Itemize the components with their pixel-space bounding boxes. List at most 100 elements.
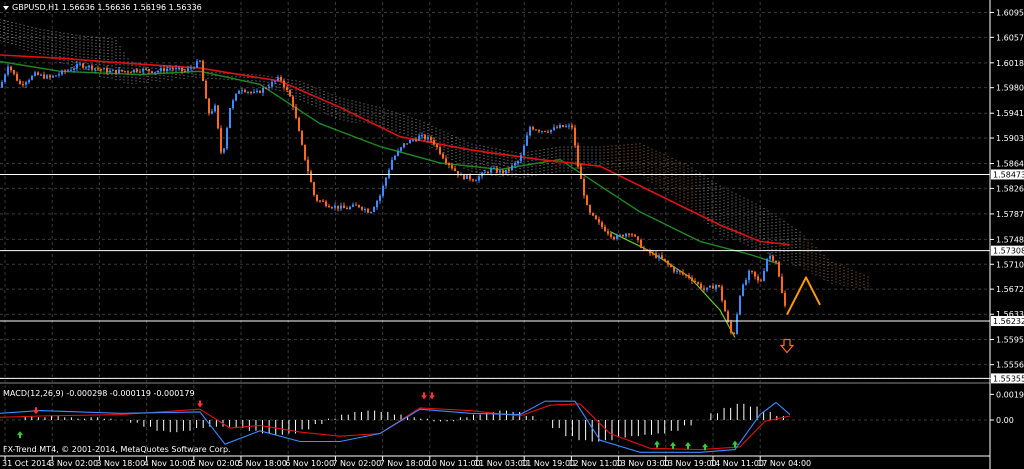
bull-candle xyxy=(568,125,570,127)
bear-candle xyxy=(760,280,762,282)
bull-candle xyxy=(229,108,231,129)
bear-candle xyxy=(592,212,594,216)
bear-candle xyxy=(424,135,426,140)
bear-candle xyxy=(172,68,174,70)
bear-candle xyxy=(292,96,294,107)
bull-candle xyxy=(154,72,156,74)
bear-candle xyxy=(106,68,108,73)
bear-candle xyxy=(406,143,408,145)
bear-candle xyxy=(13,70,15,74)
bull-candle xyxy=(76,63,78,69)
bull-candle xyxy=(157,70,159,73)
bull-candle xyxy=(4,74,6,83)
bear-candle xyxy=(694,280,696,283)
bear-candle xyxy=(712,285,714,289)
bull-candle xyxy=(706,287,708,290)
bull-candle xyxy=(511,165,513,171)
price-tick-label: 1.57870 xyxy=(996,210,1024,219)
bull-candle xyxy=(676,270,678,272)
bear-candle xyxy=(361,207,363,210)
bear-candle xyxy=(286,87,288,91)
bear-candle xyxy=(634,234,636,237)
bear-candle xyxy=(583,178,585,196)
bull-candle xyxy=(142,68,144,72)
bear-candle xyxy=(136,69,138,72)
bear-candle xyxy=(577,145,579,167)
bear-candle xyxy=(289,90,291,97)
bull-candle xyxy=(553,127,555,130)
bull-candle xyxy=(235,93,237,101)
price-tick-label: 1.55950 xyxy=(996,335,1024,344)
bear-candle xyxy=(622,234,624,237)
bear-candle xyxy=(127,71,129,73)
bull-candle xyxy=(658,255,660,258)
bull-candle xyxy=(256,90,258,93)
bull-candle xyxy=(226,128,228,149)
bear-candle xyxy=(328,205,330,208)
bear-candle xyxy=(535,129,537,131)
bull-candle xyxy=(169,68,171,70)
bull-candle xyxy=(79,63,81,65)
bull-candle xyxy=(232,100,234,109)
bear-candle xyxy=(124,71,126,73)
bull-candle xyxy=(70,69,72,71)
bear-candle xyxy=(97,68,99,70)
bull-candle xyxy=(73,68,75,70)
bear-candle xyxy=(64,70,66,72)
bear-candle xyxy=(331,207,333,209)
bull-candle xyxy=(268,86,270,89)
bear-candle xyxy=(304,144,306,160)
macd-tick-label: 0.001904 xyxy=(996,390,1024,399)
bear-candle xyxy=(208,98,210,114)
chart-canvas[interactable]: 1.60950 1.60570 1.60180 1.59800 1.59410 1.590… xyxy=(0,0,1024,469)
bull-candle xyxy=(277,77,279,81)
bear-candle xyxy=(778,262,780,277)
bull-candle xyxy=(763,271,765,281)
bull-candle xyxy=(211,111,213,114)
level-price-label: 1.55355 xyxy=(993,374,1024,383)
time-tick-label: 17 Nov 04:00 xyxy=(757,459,811,468)
price-tick-label: 1.59410 xyxy=(996,109,1024,118)
bear-candle xyxy=(319,200,321,202)
bull-candle xyxy=(625,233,627,237)
bull-candle xyxy=(187,68,189,72)
symbol-header: GBPUSD,H1 1.56636 1.56636 1.56196 1.5633… xyxy=(12,3,202,12)
price-tick-label: 1.59800 xyxy=(996,84,1024,93)
bear-candle xyxy=(547,131,549,133)
time-tick-label: 6 Nov 10:00 xyxy=(285,459,334,468)
bull-candle xyxy=(526,135,528,146)
price-tick-label: 1.60570 xyxy=(996,33,1024,42)
bear-candle xyxy=(463,174,465,180)
level-price-label: 1.56232 xyxy=(993,317,1024,326)
bear-candle xyxy=(322,200,324,202)
bull-candle xyxy=(484,171,486,173)
bull-candle xyxy=(166,68,168,72)
macd-tick-label: 0.00 xyxy=(996,416,1014,425)
bear-candle xyxy=(727,311,729,322)
bull-candle xyxy=(514,163,516,166)
bear-candle xyxy=(10,66,12,71)
level-price-label: 1.58473 xyxy=(993,170,1024,179)
bear-candle xyxy=(346,208,348,210)
bull-candle xyxy=(247,91,249,93)
bear-candle xyxy=(43,74,45,79)
bull-candle xyxy=(274,80,276,82)
bear-candle xyxy=(184,70,186,72)
bull-candle xyxy=(550,129,552,133)
price-tick-label: 1.59030 xyxy=(996,134,1024,143)
bull-candle xyxy=(394,155,396,160)
bear-candle xyxy=(313,182,315,196)
bear-candle xyxy=(754,271,756,277)
bull-candle xyxy=(403,143,405,148)
bear-candle xyxy=(673,267,675,272)
bear-candle xyxy=(445,158,447,163)
bear-candle xyxy=(355,204,357,206)
bear-candle xyxy=(691,277,693,281)
bear-candle xyxy=(358,205,360,208)
bear-candle xyxy=(781,276,783,294)
bear-candle xyxy=(664,258,666,261)
bear-candle xyxy=(580,166,582,179)
bull-candle xyxy=(391,159,393,170)
price-tick-label: 1.57480 xyxy=(996,235,1024,244)
bear-candle xyxy=(433,140,435,145)
